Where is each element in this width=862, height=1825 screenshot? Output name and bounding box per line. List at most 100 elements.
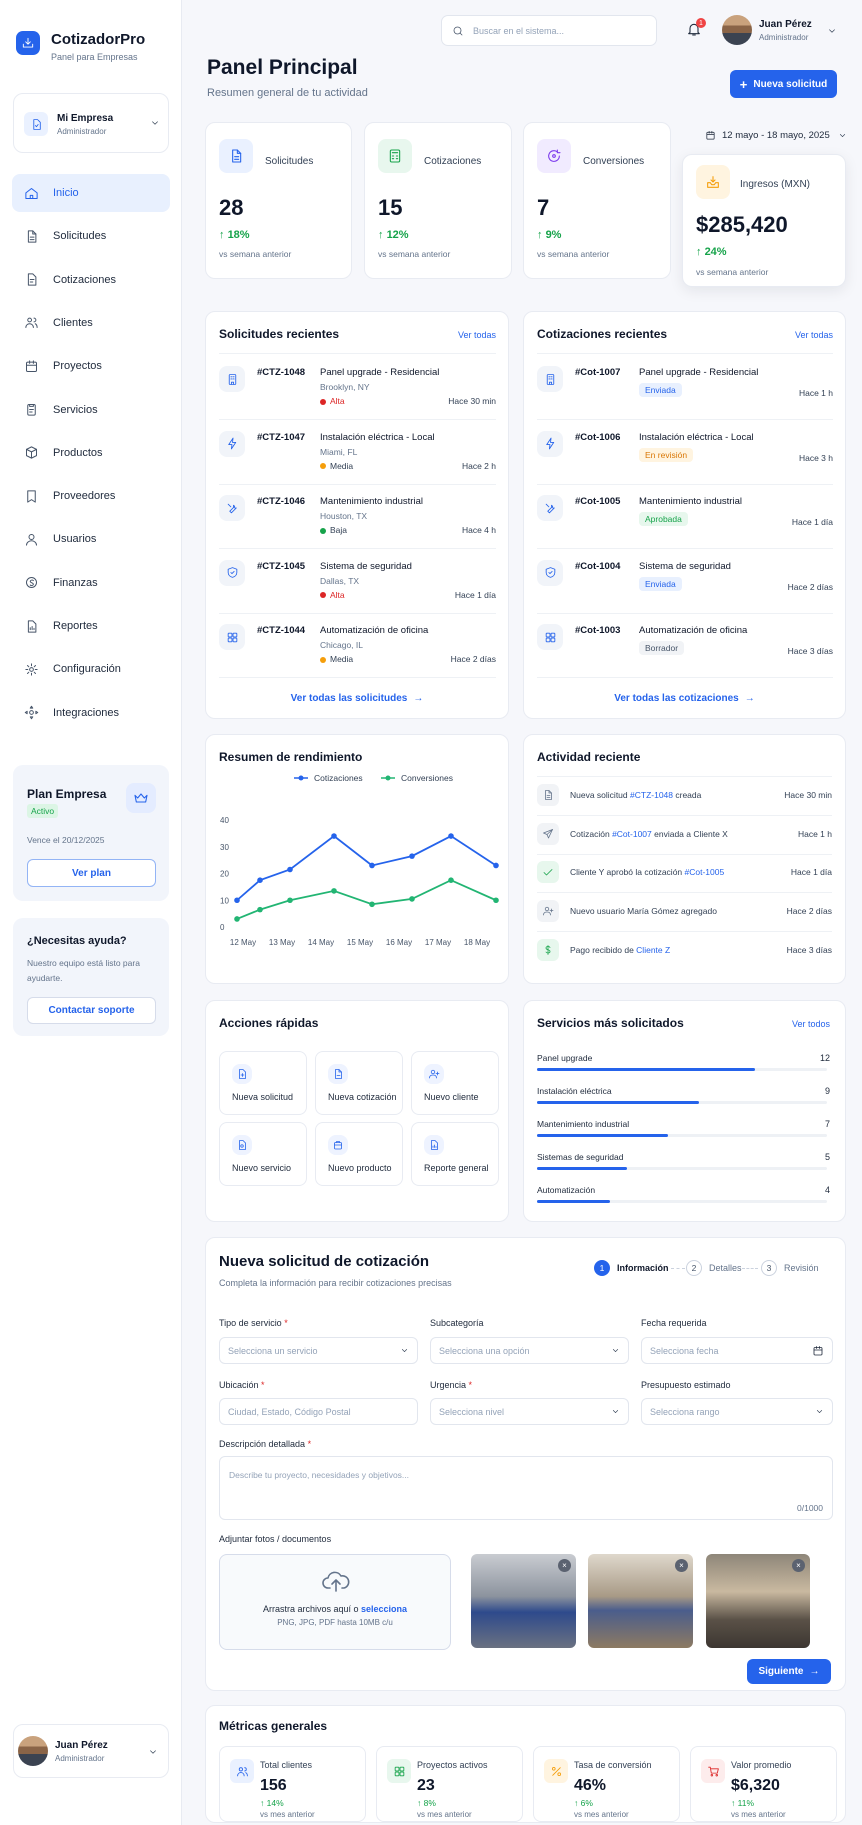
request-row[interactable]: #CTZ-1045 Sistema de seguridad Dallas, TX A… <box>206 554 508 614</box>
quote-row[interactable]: #Cot-1006 Instalación eléctrica - Local En… <box>524 425 845 485</box>
attachment-thumbnail-2[interactable]: × <box>588 1554 693 1648</box>
view-plan-button[interactable]: Ver plan <box>27 859 156 887</box>
step-2[interactable]: 3 Revisión <box>761 1260 819 1276</box>
view-all-requests-footer-link[interactable]: Ver todas las solicitudes → <box>206 693 508 704</box>
form-field-5[interactable]: Selecciona rango <box>641 1398 833 1425</box>
data-point <box>409 853 415 859</box>
sidebar-item-12[interactable]: Integraciones <box>12 694 170 732</box>
request-title: Panel upgrade - Residencial <box>320 367 440 378</box>
remove-attachment-icon[interactable]: × <box>675 1559 688 1572</box>
activity-link[interactable]: #Cot-1007 <box>612 829 652 839</box>
new-request-button[interactable]: + Nueva solicitud <box>730 70 837 98</box>
date-range-picker[interactable]: 12 mayo - 18 mayo, 2025 <box>705 130 847 141</box>
search-input[interactable]: Buscar en el sistema... <box>473 26 564 36</box>
data-point <box>448 877 454 883</box>
sidebar-item-6[interactable]: Productos <box>12 434 170 472</box>
activity-item[interactable]: Nueva solicitud #CTZ-1048 creada Hace 30 … <box>524 781 845 811</box>
avatar[interactable] <box>722 15 752 45</box>
activity-link[interactable]: #CTZ-1048 <box>630 790 673 800</box>
metric-card-0[interactable]: Total clientes 156 ↑ 14% vs mes anterior <box>219 1746 366 1822</box>
activity-item[interactable]: Cliente Y aprobó la cotización #Cot-1005… <box>524 858 845 888</box>
activity-item[interactable]: Cotización #Cot-1007 enviada a Cliente X… <box>524 820 845 850</box>
form-field-2[interactable]: Selecciona fecha <box>641 1337 833 1364</box>
sidebar-item-11[interactable]: Configuración <box>12 650 170 688</box>
required-marker: * <box>261 1380 265 1390</box>
request-row[interactable]: #CTZ-1047 Instalación eléctrica - Local Mi… <box>206 425 508 485</box>
quick-action-1[interactable]: Nueva cotización <box>315 1051 403 1115</box>
request-time: Hace 1 día <box>454 589 496 600</box>
metric-card-1[interactable]: Proyectos activos 23 ↑ 8% vs mes anterior <box>376 1746 523 1822</box>
search-box[interactable]: Buscar en el sistema... <box>441 15 657 46</box>
view-all-requests-link[interactable]: Ver todas <box>458 330 496 340</box>
step-0[interactable]: 1 Información <box>594 1260 669 1276</box>
form-field-3[interactable]: Ciudad, Estado, Código Postal <box>219 1398 418 1425</box>
view-all-quotes-footer-link[interactable]: Ver todas las cotizaciones → <box>524 693 845 704</box>
chevron-down-icon[interactable] <box>827 26 837 36</box>
form-field-1[interactable]: Selecciona una opción <box>430 1337 629 1364</box>
file-plus-icon <box>239 1069 246 1079</box>
attachments-label: Adjuntar fotos / documentos <box>219 1534 332 1544</box>
quote-row[interactable]: #Cot-1007 Panel upgrade - Residencial Envi… <box>524 360 845 420</box>
sidebar-item-9[interactable]: Finanzas <box>12 564 170 602</box>
sidebar-item-8[interactable]: Usuarios <box>12 520 170 558</box>
attachment-thumbnail-3[interactable]: × <box>706 1554 810 1648</box>
service-name: Mantenimiento industrial <box>537 1119 630 1129</box>
topbar-user-name[interactable]: Juan Pérez <box>759 19 812 30</box>
stat-card-1[interactable]: Cotizaciones 15 ↑ 12% vs semana anterior <box>364 122 512 279</box>
arrow-right-icon: → <box>413 693 424 704</box>
activity-link[interactable]: #Cot-1005 <box>685 867 725 877</box>
remove-attachment-icon[interactable]: × <box>792 1559 805 1572</box>
quote-row[interactable]: #Cot-1004 Sistema de seguridad Enviada Hace… <box>524 554 845 614</box>
sidebar-item-4[interactable]: Proyectos <box>12 347 170 385</box>
activity-item[interactable]: Pago recibido de Cliente Z Hace 3 días <box>524 936 845 966</box>
field-label: Tipo de servicio * <box>219 1318 288 1328</box>
sidebar-item-1[interactable]: Solicitudes <box>12 217 170 255</box>
data-point <box>409 896 415 902</box>
metric-card-2[interactable]: Tasa de conversión 46% ↑ 6% vs mes anterior <box>533 1746 680 1822</box>
calendar-icon <box>706 131 715 140</box>
sidebar-item-5[interactable]: Servicios <box>12 391 170 429</box>
data-point <box>287 897 293 904</box>
stat-card-2[interactable]: Conversiones 7 ↑ 9% vs semana anterior <box>523 122 671 279</box>
sidebar-item-7[interactable]: Proveedores <box>12 477 170 515</box>
request-row[interactable]: #CTZ-1048 Panel upgrade - Residencial Broo… <box>206 360 508 420</box>
activity-link[interactable]: Cliente Z <box>636 945 670 955</box>
next-button[interactable]: Siguiente → <box>747 1659 831 1684</box>
attachment-thumbnail-1[interactable]: × <box>471 1554 576 1648</box>
step-1[interactable]: 2 Detalles <box>686 1260 742 1276</box>
notifications-button[interactable]: 1 <box>686 18 706 39</box>
select-files-link[interactable]: selecciona <box>361 1604 407 1614</box>
contact-support-button[interactable]: Contactar soporte <box>27 997 156 1024</box>
metric-note: vs mes anterior <box>417 1810 472 1819</box>
quote-title: Panel upgrade - Residencial <box>639 367 759 378</box>
metric-card-3[interactable]: Valor promedio $6,320 ↑ 11% vs mes anterior <box>690 1746 837 1822</box>
view-all-quotes-link[interactable]: Ver todas <box>795 330 833 340</box>
remove-attachment-icon[interactable]: × <box>558 1559 571 1572</box>
view-all-services-link[interactable]: Ver todos <box>792 1019 830 1029</box>
metric-value: 46% <box>574 1777 607 1794</box>
request-row[interactable]: #CTZ-1046 Mantenimiento industrial Houston… <box>206 489 508 549</box>
file-dropzone[interactable]: Arrastra archivos aquí o selecciona PNG,… <box>219 1554 451 1650</box>
quick-action-4[interactable]: Nuevo producto <box>315 1122 403 1186</box>
quick-action-0[interactable]: Nueva solicitud <box>219 1051 307 1115</box>
sidebar-item-3[interactable]: Clientes <box>12 304 170 342</box>
service-row: Instalación eléctrica 9 <box>524 1086 845 1110</box>
activity-item[interactable]: Nuevo usuario María Gómez agregado Hace 2… <box>524 897 845 927</box>
topbar-user-role: Administrador <box>759 33 809 42</box>
sidebar-user-menu[interactable]: Juan Pérez Administrador <box>13 1724 169 1778</box>
description-textarea[interactable]: Describe tu proyecto, necesidades y obje… <box>219 1456 833 1520</box>
sidebar-item-10[interactable]: Reportes <box>12 607 170 645</box>
quote-row[interactable]: #Cot-1005 Mantenimiento industrial Aprobad… <box>524 489 845 549</box>
stat-card-0[interactable]: Solicitudes 28 ↑ 18% vs semana anterior <box>205 122 352 279</box>
sidebar-item-2[interactable]: Cotizaciones <box>12 261 170 299</box>
stat-card-3[interactable]: Ingresos (MXN) $285,420 ↑ 24% vs semana ant… <box>682 154 846 287</box>
quote-row[interactable]: #Cot-1003 Automatización de oficina Borrad… <box>524 618 845 678</box>
sidebar-item-0[interactable]: Inicio <box>12 174 170 212</box>
quick-action-3[interactable]: Nuevo servicio <box>219 1122 307 1186</box>
quick-action-2[interactable]: Nuevo cliente <box>411 1051 499 1115</box>
quick-action-5[interactable]: Reporte general <box>411 1122 499 1186</box>
request-row[interactable]: #CTZ-1044 Automatización de oficina Chicag… <box>206 618 508 678</box>
form-field-0[interactable]: Selecciona un servicio <box>219 1337 418 1364</box>
form-field-4[interactable]: Selecciona nivel <box>430 1398 629 1425</box>
company-selector[interactable]: Mi Empresa Administrador <box>13 93 169 153</box>
